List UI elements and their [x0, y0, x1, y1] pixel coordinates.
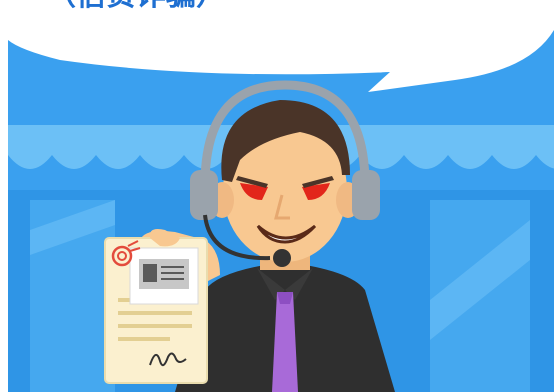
headset-cup-left	[190, 170, 218, 220]
headset-mic	[273, 249, 291, 267]
headset-cup-right	[352, 170, 380, 220]
id-card-icon	[129, 247, 199, 305]
id-photo	[143, 264, 157, 282]
contract-document	[104, 237, 208, 384]
scam-illustration: （信贷诈骗）	[0, 0, 554, 392]
speech-bubble-headline: （信贷诈骗）	[46, 0, 246, 14]
illustration-canvas	[0, 0, 554, 392]
